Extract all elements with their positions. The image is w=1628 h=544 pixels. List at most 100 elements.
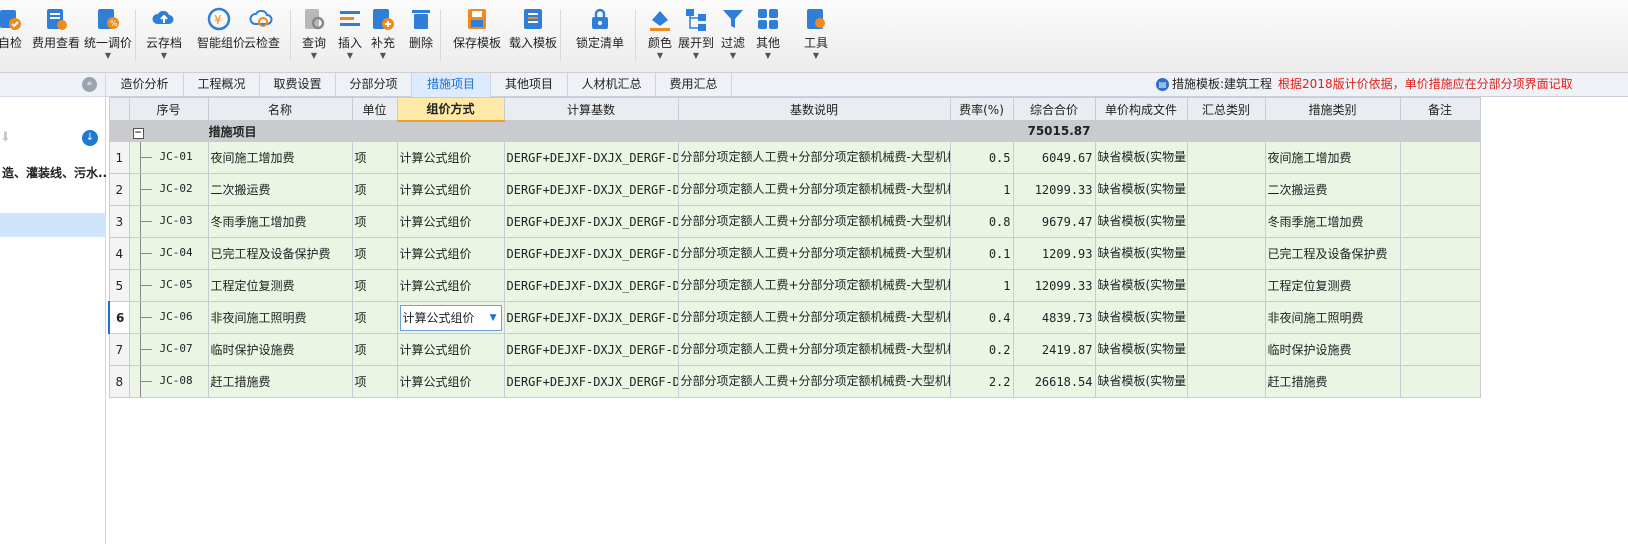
remark[interactable] bbox=[1399, 269, 1481, 302]
pricing-method-cell[interactable]: 计算公式组价 bbox=[396, 141, 505, 174]
base-description[interactable]: 分部分项定额人工费+分部分项定额机械费-大型机械子目定额人工费-大型机械子目定额… bbox=[677, 173, 951, 206]
summary-category[interactable] bbox=[1186, 269, 1266, 302]
pricing-method-cell[interactable]: 计算公式组价 bbox=[396, 237, 505, 270]
calc-base[interactable]: DERGF+DEJXF-DXJX_DERGF-DXJX_DEJXF bbox=[503, 173, 679, 206]
measure-category[interactable]: 非夜间施工照明费 bbox=[1264, 301, 1401, 334]
item-unit[interactable]: 项 bbox=[351, 301, 398, 334]
chevron-down-icon[interactable]: ▼ bbox=[334, 51, 366, 61]
pricing-method-cell[interactable]: 计算公式组价 bbox=[396, 365, 505, 398]
row-number[interactable]: 5 bbox=[108, 269, 130, 302]
item-unit[interactable]: 项 bbox=[351, 269, 398, 302]
row-number[interactable]: 8 bbox=[108, 365, 130, 398]
row-number[interactable]: 2 bbox=[108, 173, 130, 206]
calc-base[interactable]: DERGF+DEJXF-DXJX_DERGF-DXJX_DEJXF bbox=[503, 365, 679, 398]
measure-category[interactable]: 夜间施工增加费 bbox=[1264, 141, 1401, 174]
tab-6[interactable]: 人材机汇总 bbox=[568, 73, 656, 97]
chevron-down-icon[interactable]: ▼ bbox=[140, 51, 188, 61]
table-row[interactable]: 2 JC-02 二次搬运费项计算公式组价 DERGF+DEJXF-DXJX_DERGF… bbox=[108, 173, 1481, 206]
toolbar-button-cost-view[interactable]: 费用查看 bbox=[30, 4, 82, 68]
column-header-11[interactable]: 措施类别 bbox=[1264, 97, 1401, 121]
table-row[interactable]: 6 JC-06 非夜间施工照明费项计算公式组价 ▼ DERGF+DEJXF-DXJX_D… bbox=[108, 301, 1481, 334]
item-name[interactable]: 已完工程及设备保护费 bbox=[207, 237, 353, 270]
tab-5[interactable]: 其他项目 bbox=[491, 73, 568, 97]
price-composition-file[interactable]: 缺省模板(实物量或计算公式组价) bbox=[1094, 269, 1188, 302]
row-number[interactable]: 1 bbox=[108, 141, 130, 174]
remark[interactable] bbox=[1399, 365, 1481, 398]
toolbar-button-load-template[interactable]: 载入模板 bbox=[508, 4, 558, 68]
item-unit[interactable]: 项 bbox=[351, 141, 398, 174]
remark[interactable] bbox=[1399, 333, 1481, 366]
price-composition-file[interactable]: 缺省模板(实物量或计算公式组价) bbox=[1094, 141, 1188, 174]
chevron-down-icon[interactable]: ▼ bbox=[82, 51, 134, 61]
group-row-measures[interactable]: − 措施项目 75015.87 bbox=[108, 120, 1481, 142]
base-description[interactable]: 分部分项定额人工费+分部分项定额机械费-大型机械子目定额人工费-大型机械子目定额… bbox=[677, 205, 951, 238]
column-header-10[interactable]: 汇总类别 bbox=[1186, 97, 1266, 121]
item-name[interactable]: 非夜间施工照明费 bbox=[207, 301, 353, 334]
price-composition-file[interactable]: 缺省模板(实物量或计算公式组价) bbox=[1094, 365, 1188, 398]
tab-0[interactable]: 造价分析 bbox=[106, 73, 184, 97]
fee-rate[interactable]: 0.2 bbox=[949, 333, 1014, 366]
column-header-7[interactable]: 费率(%) bbox=[949, 97, 1014, 121]
row-number[interactable]: 7 bbox=[108, 333, 130, 366]
item-code-cell[interactable]: JC-03 bbox=[128, 205, 209, 238]
item-code-cell[interactable]: JC-04 bbox=[128, 237, 209, 270]
toolbar-button-delete[interactable]: 删除 bbox=[405, 4, 437, 68]
column-header-2[interactable]: 名称 bbox=[207, 97, 353, 121]
column-header-9[interactable]: 单价构成文件 bbox=[1094, 97, 1188, 121]
item-unit[interactable]: 项 bbox=[351, 173, 398, 206]
pricing-method-select[interactable]: 计算公式组价 ▼ bbox=[399, 304, 502, 331]
base-description[interactable]: 分部分项定额人工费+分部分项定额机械费-大型机械子目定额人工费-大型机械子目定额… bbox=[677, 333, 951, 366]
tab-2[interactable]: 取费设置 bbox=[260, 73, 336, 97]
toolbar-button-unified-price[interactable]: % 统一调价 ▼ bbox=[82, 4, 134, 68]
toolbar-button-other[interactable]: 其他 ▼ bbox=[752, 4, 784, 68]
item-code-cell[interactable]: JC-06 bbox=[128, 301, 209, 334]
chevron-down-icon[interactable]: ▼ bbox=[490, 306, 497, 330]
move-down-arrow-icon[interactable]: ⬇ bbox=[0, 130, 11, 145]
toolbar-button-insert[interactable]: 插入 ▼ bbox=[334, 4, 366, 68]
calc-base[interactable]: DERGF+DEJXF-DXJX_DERGF-DXJX_DEJXF bbox=[503, 205, 679, 238]
fee-rate[interactable]: 0.1 bbox=[949, 237, 1014, 270]
item-unit[interactable]: 项 bbox=[351, 365, 398, 398]
measure-category[interactable]: 二次搬运费 bbox=[1264, 173, 1401, 206]
column-header-12[interactable]: 备注 bbox=[1399, 97, 1481, 121]
toolbar-button-save-template[interactable]: 保存模板 bbox=[452, 4, 502, 68]
price-composition-file[interactable]: 缺省模板(实物量或计算公式组价) bbox=[1094, 333, 1188, 366]
pricing-method-cell[interactable]: 计算公式组价 ▼ bbox=[396, 301, 505, 334]
base-description[interactable]: 分部分项定额人工费+分部分项定额机械费-大型机械子目定额人工费-大型机械子目定额… bbox=[677, 301, 951, 334]
remark[interactable] bbox=[1399, 237, 1481, 270]
base-description[interactable]: 分部分项定额人工费+分部分项定额机械费-大型机械子目定额人工费-大型机械子目定额… bbox=[677, 141, 951, 174]
item-name[interactable]: 冬雨季施工增加费 bbox=[207, 205, 353, 238]
fee-rate[interactable]: 1 bbox=[949, 269, 1014, 302]
row-number[interactable]: 4 bbox=[108, 237, 130, 270]
summary-category[interactable] bbox=[1186, 205, 1266, 238]
toolbar-button-expand-to[interactable]: 展开到 ▼ bbox=[676, 4, 716, 68]
fee-rate[interactable]: 0.8 bbox=[949, 205, 1014, 238]
chevron-down-icon[interactable]: ▼ bbox=[367, 51, 399, 61]
chevron-down-icon[interactable]: ▼ bbox=[676, 51, 716, 61]
fee-rate[interactable]: 2.2 bbox=[949, 365, 1014, 398]
table-row[interactable]: 4 JC-04 已完工程及设备保护费项计算公式组价 DERGF+DEJXF-DXJX_… bbox=[108, 237, 1481, 270]
pricing-method-cell[interactable]: 计算公式组价 bbox=[396, 333, 505, 366]
item-name[interactable]: 工程定位复测费 bbox=[207, 269, 353, 302]
download-icon[interactable]: ↓ bbox=[82, 130, 98, 146]
toolbar-button-filter[interactable]: 过滤 ▼ bbox=[717, 4, 749, 68]
item-code-cell[interactable]: JC-02 bbox=[128, 173, 209, 206]
tree-node-selected[interactable] bbox=[0, 213, 106, 237]
remark[interactable] bbox=[1399, 301, 1481, 334]
chevron-down-icon[interactable]: ▼ bbox=[717, 51, 749, 61]
table-row[interactable]: 7 JC-07 临时保护设施费项计算公式组价 DERGF+DEJXF-DXJX_DER… bbox=[108, 333, 1481, 366]
calc-base[interactable]: DERGF+DEJXF-DXJX_DERGF-DXJX_DEJXF bbox=[503, 301, 679, 334]
toolbar-button-cloud-check[interactable]: 云检查 bbox=[240, 4, 284, 68]
item-unit[interactable]: 项 bbox=[351, 205, 398, 238]
column-header-6[interactable]: 基数说明 bbox=[677, 97, 951, 121]
summary-category[interactable] bbox=[1186, 141, 1266, 174]
fee-rate[interactable]: 0.5 bbox=[949, 141, 1014, 174]
column-header-5[interactable]: 计算基数 bbox=[503, 97, 679, 121]
collapse-icon[interactable]: − bbox=[132, 127, 144, 139]
toolbar-button-self-check[interactable]: 自检 bbox=[0, 4, 32, 68]
calc-base[interactable]: DERGF+DEJXF-DXJX_DERGF-DXJX_DEJXF bbox=[503, 269, 679, 302]
toolbar-button-lock[interactable]: 锁定清单 bbox=[573, 4, 627, 68]
chevron-down-icon[interactable]: ▼ bbox=[800, 51, 832, 61]
column-header-0[interactable] bbox=[108, 97, 130, 121]
column-header-3[interactable]: 单位 bbox=[351, 97, 398, 121]
